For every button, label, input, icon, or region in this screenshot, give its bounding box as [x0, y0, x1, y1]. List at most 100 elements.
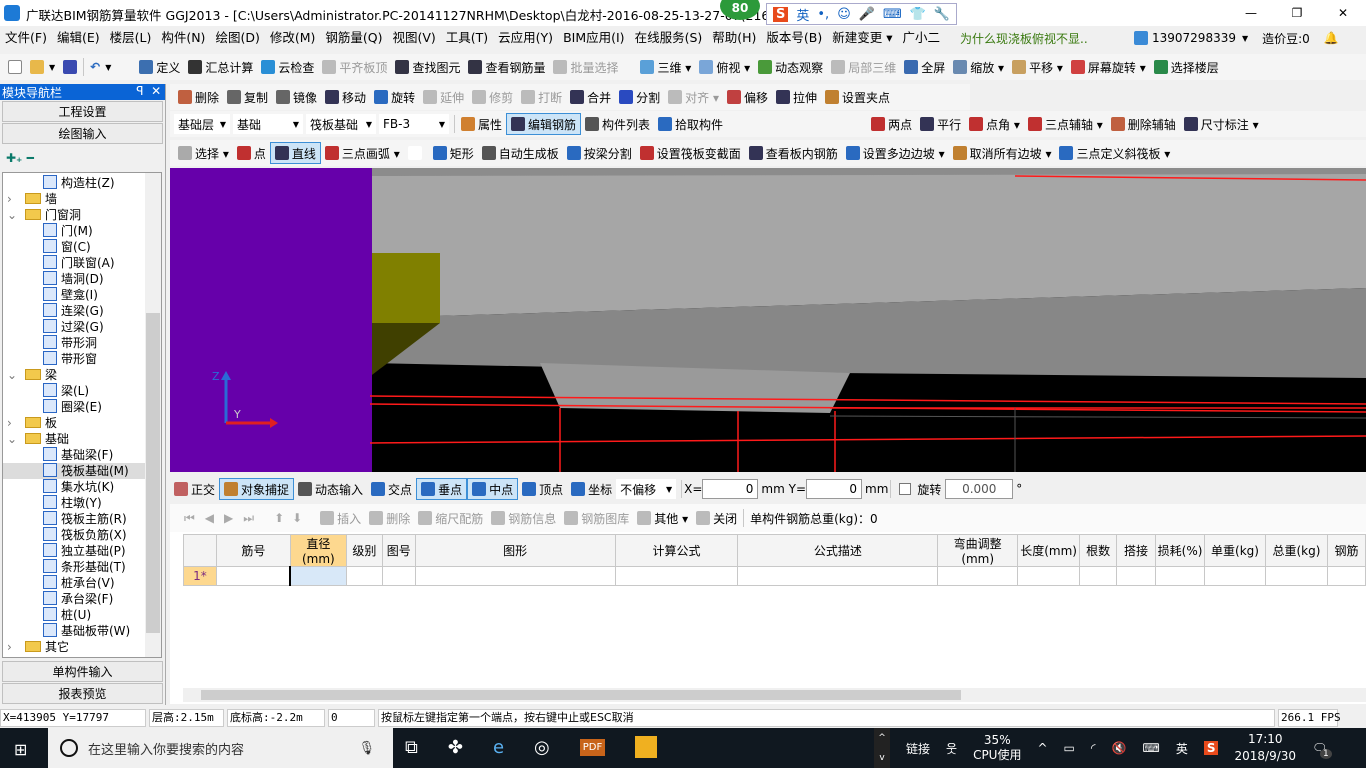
menu-item-2[interactable]: 楼层(L) [105, 26, 157, 50]
column-header[interactable]: 搭接 [1116, 534, 1157, 567]
single-component-input-button[interactable]: 单构件输入 [2, 661, 163, 682]
snaps-button-3[interactable]: 交点 [367, 478, 416, 500]
tree-item[interactable]: ⌄ 梁 [3, 367, 161, 383]
tb2-button-10[interactable]: 对齐 ▾ [664, 86, 723, 108]
column-header[interactable]: 公式描述 [737, 534, 939, 567]
clock-time[interactable]: 17:10 [1248, 732, 1283, 746]
tree-item[interactable]: ⌄ 基础 [3, 431, 161, 447]
selector-3[interactable]: FB-3 ▼ [379, 114, 449, 134]
tb3b-button-1[interactable]: 平行 [916, 113, 965, 135]
maximize-button[interactable]: ❐ [1274, 6, 1320, 20]
tree-item[interactable]: 承台梁(F) [3, 591, 161, 607]
tb1b-button-7[interactable]: 屏幕旋转 ▾ [1067, 56, 1150, 78]
tree-item[interactable]: 壁龛(I) [3, 287, 161, 303]
new-file-icon[interactable] [4, 56, 26, 78]
tb2-button-9[interactable]: 分割 [615, 86, 664, 108]
move-up-down-icons[interactable]: ⬆⬇ [274, 511, 310, 525]
column-header[interactable]: 钢筋 [1326, 534, 1366, 567]
tb4-button-0[interactable]: 选择 ▾ [174, 142, 233, 164]
tb3b-button-4[interactable]: 删除辅轴 [1107, 113, 1180, 135]
tree-item[interactable]: 条形基础(T) [3, 559, 161, 575]
menu-item-14[interactable]: 新建变更 ▾ [827, 26, 897, 50]
menu-item-1[interactable]: 编辑(E) [52, 26, 105, 50]
table-cell[interactable] [215, 566, 291, 586]
tb3b-button-3[interactable]: 三点辅轴 ▾ [1024, 113, 1107, 135]
clock-date[interactable]: 2018/9/30 [1234, 749, 1296, 763]
table-cell[interactable] [345, 566, 383, 586]
tb2-button-8[interactable]: 合并 [566, 86, 615, 108]
selector-2[interactable]: 筏板基础 ▼ [306, 114, 376, 134]
tb3b-button-2[interactable]: 点角 ▾ [965, 113, 1024, 135]
table-cell[interactable] [1079, 566, 1118, 586]
rtb-button-2[interactable]: 缩尺配筋 [414, 507, 487, 529]
tb4-button-9[interactable]: 查看板内钢筋 [745, 142, 842, 164]
menu-item-12[interactable]: 帮助(H) [707, 26, 761, 50]
tb1-button-3[interactable]: 平齐板顶 [318, 56, 391, 78]
bell-icon[interactable]: 🔔 [1324, 31, 1339, 45]
notes-app-icon[interactable] [635, 736, 658, 758]
tree-item[interactable]: 桩承台(V) [3, 575, 161, 591]
tb3-button-3[interactable]: 拾取构件 [654, 113, 727, 135]
tb1b-button-4[interactable]: 全屏 [900, 56, 949, 78]
tb2-button-12[interactable]: 拉伸 [772, 86, 821, 108]
snaps-button-4[interactable]: 垂点 [416, 478, 468, 500]
column-header[interactable]: 计算公式 [614, 534, 739, 567]
open-file-icon[interactable]: ▼ [26, 56, 59, 78]
tree-item[interactable]: 连梁(G) [3, 303, 161, 319]
tree-expander-icon[interactable]: › [7, 191, 25, 207]
rotate-checkbox[interactable] [899, 483, 912, 495]
tb1-button-0[interactable]: 定义 [135, 56, 184, 78]
menu-item-0[interactable]: 文件(F) [0, 26, 52, 50]
menu-item-6[interactable]: 钢筋量(Q) [320, 26, 387, 50]
tb2-button-11[interactable]: 偏移 [723, 86, 772, 108]
tb4-button-5[interactable]: 矩形 [429, 142, 478, 164]
tree-item[interactable]: 带形洞 [3, 335, 161, 351]
ime-mode[interactable]: 英 [1176, 740, 1188, 757]
ime-tool-6[interactable]: 🔧 [934, 7, 950, 22]
snaps-button-5[interactable]: 中点 [467, 478, 519, 500]
tb4-button-10[interactable]: 设置多边边坡 ▾ [842, 142, 949, 164]
tb3b-button-5[interactable]: 尺寸标注 ▾ [1180, 113, 1263, 135]
keyboard-icon[interactable]: ⌨ [1142, 741, 1159, 755]
tree-item[interactable]: › 其它 [3, 639, 161, 655]
rtb-button-3[interactable]: 钢筋信息 [487, 507, 560, 529]
ime-toolbar[interactable]: S 英 •, ☺ 🎤 ⌨ 👕 🔧 [766, 3, 958, 25]
ime-tool-1[interactable]: •, [817, 7, 829, 22]
column-header[interactable]: 弯曲调整(mm) [937, 534, 1019, 567]
table-cell[interactable] [614, 566, 739, 586]
taskbar-search[interactable]: 在这里输入你要搜索的内容 🎙 [48, 728, 393, 768]
tb4-button-3[interactable]: 三点画弧 ▾ [321, 142, 404, 164]
record-nav-icons[interactable]: ⏮◀▶⏭ [184, 511, 264, 526]
tree-item[interactable]: 梁(L) [3, 383, 161, 399]
close-icon[interactable]: ✕ [151, 84, 161, 98]
menu-item-4[interactable]: 绘图(D) [210, 26, 264, 50]
menu-item-9[interactable]: 云应用(Y) [493, 26, 558, 50]
column-header[interactable]: 损耗(%) [1155, 534, 1206, 567]
start-windows-icon[interactable]: ⊞ [14, 740, 27, 759]
ie-icon[interactable]: e [493, 737, 504, 758]
tb1b-button-1[interactable]: 俯视 ▾ [695, 56, 754, 78]
tb1b-button-2[interactable]: 动态观察 [754, 56, 827, 78]
task-view-icon[interactable]: ⧉ [405, 737, 418, 758]
table-cell[interactable] [1155, 566, 1206, 586]
snaps-button-6[interactable]: 顶点 [518, 478, 567, 500]
table-row[interactable]: 1* [183, 566, 1366, 586]
tree-expander-icon[interactable]: ⌄ [7, 207, 25, 223]
tree-expander-icon[interactable]: ⌄ [7, 367, 25, 383]
tb2-button-2[interactable]: 镜像 [272, 86, 321, 108]
ime-tool-4[interactable]: ⌨ [883, 7, 902, 22]
tb2-button-0[interactable]: 删除 [174, 86, 223, 108]
tb3-button-2[interactable]: 构件列表 [581, 113, 654, 135]
tb4-button-2[interactable]: 直线 [269, 142, 321, 164]
tb2-button-7[interactable]: 打断 [517, 86, 566, 108]
column-header[interactable]: 直径(mm) [289, 534, 347, 567]
menu-item-3[interactable]: 构件(N) [156, 26, 210, 50]
table-cell[interactable] [1264, 566, 1328, 586]
tree-item[interactable]: 门(M) [3, 223, 161, 239]
x-input[interactable]: 0 [702, 479, 759, 499]
menu-item-7[interactable]: 视图(V) [387, 26, 440, 50]
column-header[interactable]: 级别 [345, 534, 383, 567]
table-cell[interactable] [414, 566, 616, 586]
save-icon[interactable] [59, 56, 81, 78]
snaps-button-7[interactable]: 坐标 [567, 478, 616, 500]
